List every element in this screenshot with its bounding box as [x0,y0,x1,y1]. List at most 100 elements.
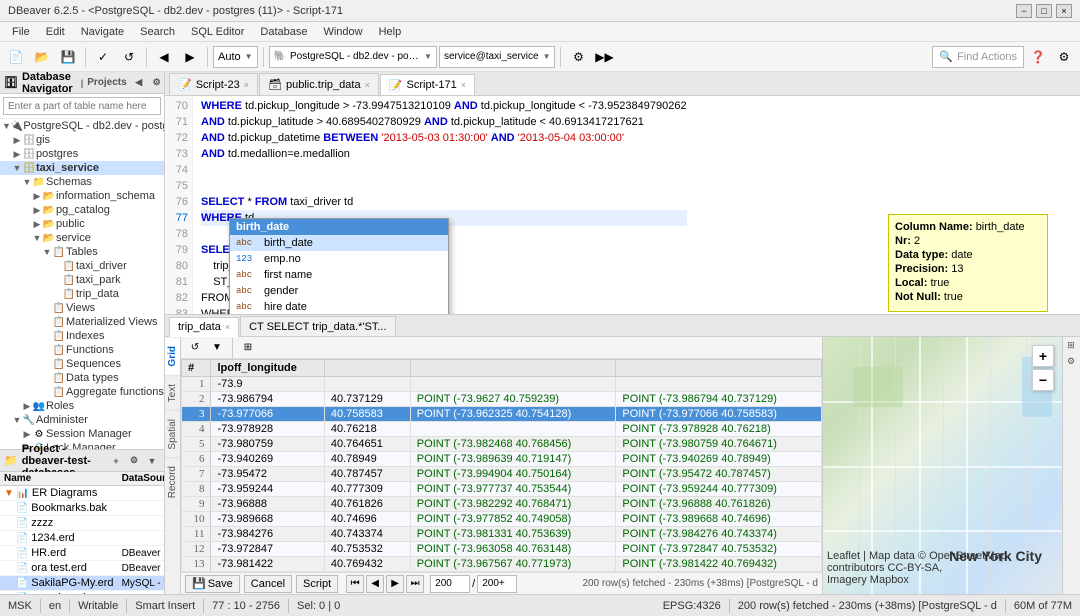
project-settings-button[interactable]: ⚙ [126,453,142,469]
menu-item-help[interactable]: Help [371,22,410,42]
record-tab[interactable]: Record [165,457,180,506]
project-row[interactable]: 📄 zzzz 2019-08-15 23:01:53.352 [0,516,164,531]
map-zoom-in-button[interactable]: + [1032,345,1054,367]
connection-combo[interactable]: 🐘 PostgreSQL - db2.dev - postgres (11) ▼ [269,46,437,68]
tree-expand-session_mgr[interactable]: ▶ [22,429,32,440]
tree-expand-information_schema[interactable]: ▶ [32,191,42,202]
script-data-button[interactable]: Script [296,575,338,593]
map-settings-button[interactable]: ⚙ [1063,353,1079,369]
menu-item-search[interactable]: Search [132,22,183,42]
tree-item-schemas[interactable]: ▼📁Schemas [0,175,164,189]
settings-button[interactable]: ⚙ [566,45,590,69]
table-row[interactable]: 4 -73.978928 40.76218 POINT (-73.978928 … [182,422,822,437]
commit-button[interactable]: ✓ [91,45,115,69]
grid-filter-button[interactable]: ▼ [207,339,227,357]
tree-item-agg_functions[interactable]: 📋Aggregate functions [0,385,164,399]
data-tab-close[interactable]: × [225,322,230,332]
table-row[interactable]: 3 -73.977066 40.758583 POINT (-73.962325… [182,407,822,422]
table-row[interactable]: 9 -73.96888 40.761826 POINT (-73.982292 … [182,497,822,512]
tree-expand-gis[interactable]: ▶ [12,135,22,146]
db-nav-search-input[interactable] [3,97,161,115]
tab-close-button[interactable]: × [365,80,370,90]
tree-item-postgresql[interactable]: ▼🔌PostgreSQL - db2.dev - postgres (11) [0,119,164,133]
more-button[interactable]: ▶▶ [592,45,616,69]
tree-expand-pg_catalog[interactable]: ▶ [32,205,42,216]
menu-item-sql editor[interactable]: SQL Editor [183,22,252,42]
cancel-data-button[interactable]: Cancel [244,575,292,593]
tree-item-functions[interactable]: 📋Functions [0,343,164,357]
menu-item-window[interactable]: Window [315,22,370,42]
tree-item-pg_catalog[interactable]: ▶📂pg_catalog [0,203,164,217]
auto-combo[interactable]: Auto ▼ [213,46,258,68]
tree-item-session_mgr[interactable]: ▶⚙Session Manager [0,427,164,441]
table-row[interactable]: 13 -73.981422 40.769432 POINT (-73.96756… [182,557,822,572]
row-count-input[interactable]: 200 [430,575,470,593]
tree-item-service[interactable]: ▼📂service [0,231,164,245]
nav-next-button[interactable]: ▶ [386,575,404,593]
table-row[interactable]: 1 -73.9 [182,377,822,392]
data-tab-sql_query[interactable]: CT SELECT trip_data.*'ST... [240,316,395,336]
back-button[interactable]: ◀ [152,45,176,69]
table-row[interactable]: 7 -73.95472 40.787457 POINT (-73.994904 … [182,467,822,482]
tree-expand-schemas[interactable]: ▼ [22,177,32,187]
table-row[interactable]: 12 -73.972847 40.753532 POINT (-73.96305… [182,542,822,557]
new-script-button[interactable]: 📄 [4,45,28,69]
tree-item-tables[interactable]: ▼📋Tables [0,245,164,259]
project-row[interactable]: 📄 SakilaPG-My.erd MySQL - test. Postgr..… [0,576,164,591]
nav-last-button[interactable]: ⏭ [406,575,424,593]
grid-tab[interactable]: Grid [165,337,180,375]
tree-item-data_types[interactable]: 📋Data types [0,371,164,385]
tree-expand-postgres[interactable]: ▶ [12,149,22,160]
ac-item-birth_date[interactable]: abc birth_date [230,235,448,251]
rollback-button[interactable]: ↺ [117,45,141,69]
db-nav-settings-button[interactable]: ⚙ [149,75,165,91]
tree-item-taxi_driver[interactable]: 📋taxi_driver [0,259,164,273]
ac-item-emp.no[interactable]: 123 emp.no [230,251,448,267]
col-point2[interactable] [616,360,822,377]
nav-prev-button[interactable]: ◀ [366,575,384,593]
minimize-button[interactable]: − [1016,4,1032,18]
map-layers-button[interactable]: ⊞ [1063,337,1079,353]
col-latitude[interactable] [324,360,410,377]
tree-item-postgres[interactable]: ▶🗄postgres [0,147,164,161]
editor-tab-trip_data[interactable]: 🗃 public.trip_data × [259,73,379,95]
tree-item-sequences[interactable]: 📋Sequences [0,357,164,371]
tree-item-information_schema[interactable]: ▶📂information_schema [0,189,164,203]
project-row[interactable]: 📄 Bookmarks.bak 2019-08-15 23:01:53.403 [0,501,164,516]
schema-combo[interactable]: service@taxi_service ▼ [439,46,556,68]
preferences-button[interactable]: ⚙ [1052,45,1076,69]
project-row[interactable]: 📄 sample.erd MySQL - sakila3 2019-08-15 … [0,591,164,595]
project-row[interactable]: 📄 HR.erd DBeaver Sample - orcl 2019-08-1… [0,546,164,561]
tree-expand-roles[interactable]: ▶ [22,401,32,412]
table-row[interactable]: 11 -73.984276 40.743374 POINT (-73.98133… [182,527,822,542]
tab-close-button[interactable]: × [244,80,249,90]
table-row[interactable]: 10 -73.989668 40.74696 POINT (-73.977852… [182,512,822,527]
save-data-button[interactable]: 💾 Save [185,575,240,593]
tree-expand-tables[interactable]: ▼ [42,247,52,257]
help-button[interactable]: ❓ [1026,45,1050,69]
menu-item-navigate[interactable]: Navigate [73,22,132,42]
editor-tab-script171[interactable]: 📝 Script-171 × [380,74,475,96]
col-point1[interactable] [410,360,616,377]
project-collapse-button[interactable]: ▼ [144,453,160,469]
map-zoom-out-button[interactable]: − [1032,369,1054,391]
menu-item-file[interactable]: File [4,22,38,42]
save-button[interactable]: 💾 [56,45,80,69]
close-button[interactable]: × [1056,4,1072,18]
nav-first-button[interactable]: ⏮ [346,575,364,593]
table-row[interactable]: 5 -73.980759 40.764651 POINT (-73.982468… [182,437,822,452]
find-actions-input[interactable]: 🔍 Find Actions [932,46,1024,68]
table-row[interactable]: 6 -73.940269 40.78949 POINT (-73.989639 … [182,452,822,467]
project-row[interactable]: 📄 1234.erd 2019-08-15 23:01:53.352 [0,531,164,546]
project-row[interactable]: ▼ 📊 ER Diagrams 2019-08-15 23:01:53.429 [0,486,164,501]
grid-refresh-button[interactable]: ↺ [185,339,205,357]
tree-item-public[interactable]: ▶📂public [0,217,164,231]
menu-item-database[interactable]: Database [252,22,315,42]
tree-item-taxi_service[interactable]: ▼🗄taxi_service [0,161,164,175]
tree-expand-taxi_service[interactable]: ▼ [12,163,22,173]
table-row[interactable]: 8 -73.959244 40.777309 POINT (-73.977737… [182,482,822,497]
editor-tab-script23[interactable]: 📝 Script-23 × [169,73,258,95]
open-button[interactable]: 📂 [30,45,54,69]
grid-cols-button[interactable]: ⊞ [238,339,258,357]
ac-item-hire_date[interactable]: abc hire date [230,299,448,314]
